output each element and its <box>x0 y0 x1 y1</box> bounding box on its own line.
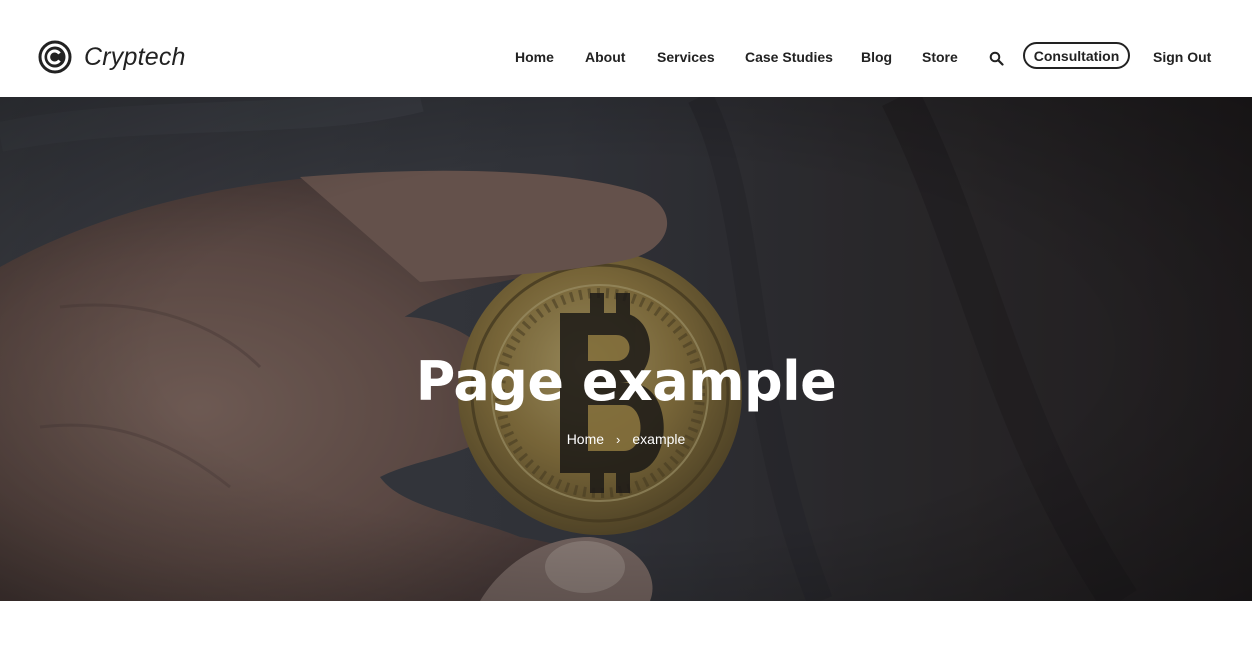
breadcrumb: Home › example <box>0 430 1252 449</box>
breadcrumb-home-link[interactable]: Home <box>567 431 604 447</box>
nav-item-about[interactable]: About <box>585 48 625 66</box>
consultation-button[interactable]: Consultation <box>1023 42 1130 69</box>
nav-item-home[interactable]: Home <box>515 48 554 66</box>
search-button[interactable] <box>989 51 1004 66</box>
page: Cryptech Home About Services Case Studie… <box>0 0 1252 656</box>
nav-item-services[interactable]: Services <box>657 48 715 66</box>
search-icon <box>989 51 1004 66</box>
nav-item-case-studies[interactable]: Case Studies <box>745 48 833 66</box>
chevron-right-icon: › <box>616 432 621 447</box>
site-header: Cryptech Home About Services Case Studie… <box>0 0 1252 97</box>
nav-item-blog[interactable]: Blog <box>861 48 892 66</box>
breadcrumb-current: example <box>632 431 686 447</box>
page-title: Page example <box>415 350 837 413</box>
hero-banner: Page example Home › example <box>0 97 1252 601</box>
sign-out-link[interactable]: Sign Out <box>1153 48 1211 66</box>
main-nav: Home About Services Case Studies Blog St… <box>0 0 1252 97</box>
nav-item-store[interactable]: Store <box>922 48 958 66</box>
